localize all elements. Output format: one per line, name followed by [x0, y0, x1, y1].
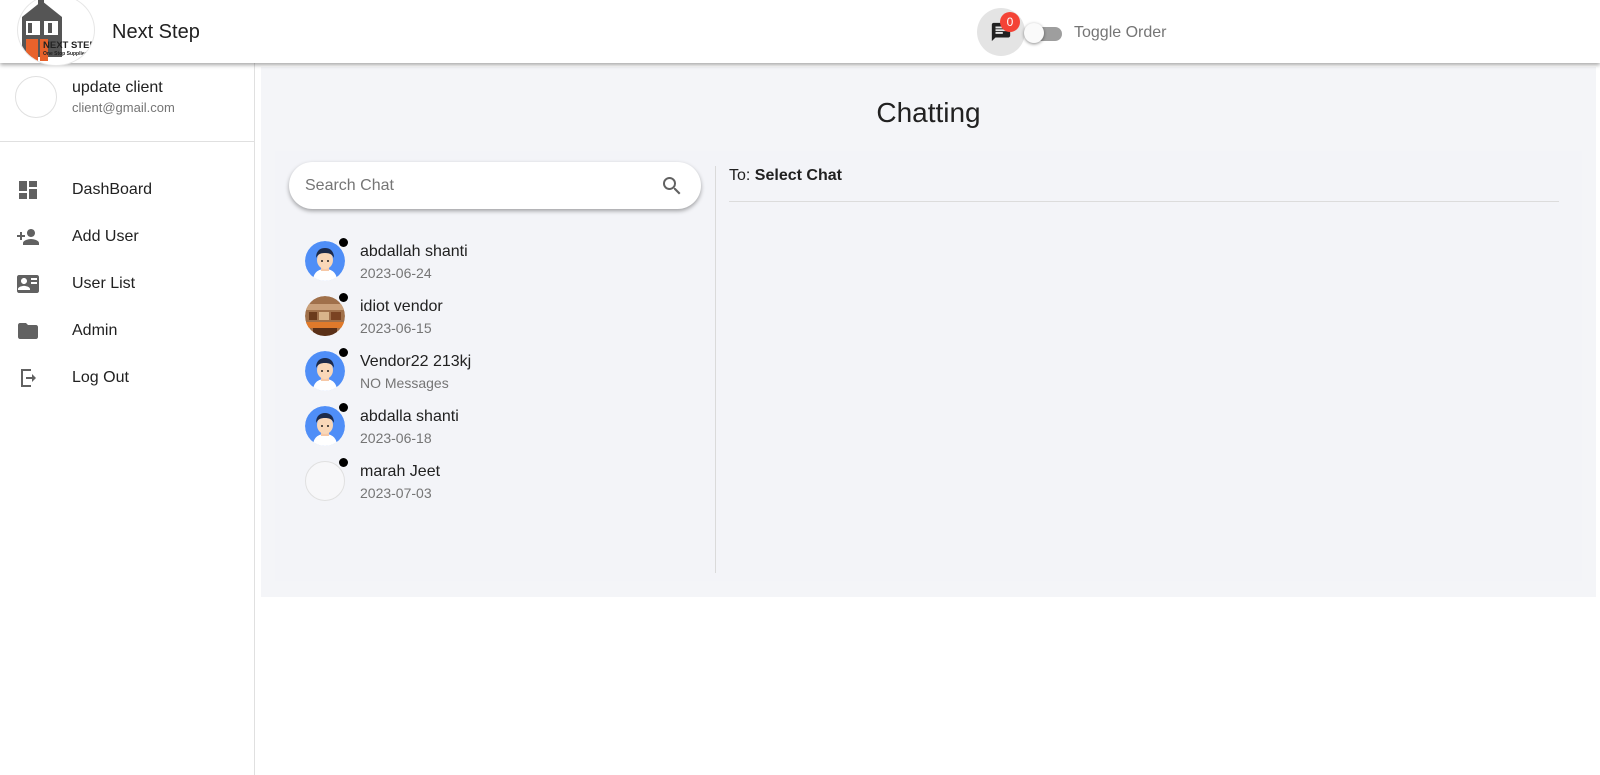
contact-name: idiot vendor: [360, 298, 443, 315]
recipient-prefix: To:: [729, 167, 751, 184]
contact-avatar: [305, 241, 345, 281]
sidebar: update client client@gmail.com DashBoard…: [0, 63, 255, 775]
switch-thumb[interactable]: [1024, 23, 1044, 43]
house-logo-icon: NEXT STEP One Stop Supplier: [22, 0, 95, 61]
search-input[interactable]: [305, 175, 645, 197]
sidebar-item-label: Add User: [72, 228, 139, 245]
profile-avatar[interactable]: [15, 76, 57, 118]
contact-card-icon: [17, 275, 39, 293]
contact-date: NO Messages: [360, 375, 449, 391]
main-content: Chatting abdallah shanti 202: [261, 67, 1596, 597]
contact-date: 2023-06-15: [360, 320, 432, 336]
logo[interactable]: NEXT STEP One Stop Supplier: [17, 0, 95, 66]
cartoon-man-avatar-icon: [305, 406, 345, 446]
logout-icon: [21, 369, 36, 387]
contact-avatar: [305, 406, 345, 446]
svg-text:One Stop Supplier: One Stop Supplier: [43, 51, 87, 57]
chat-recipient: To: Select Chat: [729, 167, 842, 185]
sidebar-item-add-user[interactable]: Add User: [0, 214, 254, 260]
online-status-dot: [339, 293, 348, 302]
online-status-dot: [339, 348, 348, 357]
sidebar-item-label: User List: [72, 275, 136, 292]
cartoon-man-avatar-icon: [305, 241, 345, 281]
dashboard-icon: [19, 181, 37, 199]
profile-name: update client: [72, 79, 163, 96]
contact-name: Vendor22 213kj: [360, 353, 472, 370]
sidebar-divider: [0, 141, 255, 142]
notification-badge: 0: [1000, 12, 1020, 32]
contact-avatar: [305, 351, 345, 391]
contact-avatar: [305, 296, 345, 336]
chat-list-item[interactable]: marah Jeet 2023-07-03: [289, 456, 699, 508]
sidebar-item-user-list[interactable]: User List: [0, 261, 254, 307]
contact-avatar: [305, 461, 345, 501]
cartoon-man-avatar-icon: [305, 351, 345, 391]
sidebar-item-label: Admin: [72, 322, 118, 339]
shop-photo-avatar-icon: [305, 296, 345, 336]
online-status-dot: [339, 458, 348, 467]
contact-name: abdallah shanti: [360, 243, 468, 260]
svg-text:NEXT STEP: NEXT STEP: [43, 40, 95, 51]
contact-date: 2023-06-24: [360, 265, 432, 281]
online-status-dot: [339, 238, 348, 247]
chat-list-item[interactable]: Vendor22 213kj NO Messages: [289, 346, 699, 398]
recipient-value: Select Chat: [754, 167, 842, 184]
sidebar-item-label: DashBoard: [72, 181, 153, 198]
search-box: [289, 162, 701, 209]
profile-email: client@gmail.com: [72, 100, 175, 115]
toggle-order-label: Toggle Order: [1074, 24, 1167, 41]
app-title: Next Step: [112, 21, 200, 43]
chat-panel: abdallah shanti 2023-06-24 idiot vendor …: [275, 151, 1582, 581]
contact-name: abdalla shanti: [360, 408, 459, 425]
contact-name: marah Jeet: [360, 463, 441, 480]
sidebar-item-admin[interactable]: Admin: [0, 308, 254, 354]
chat-list-item[interactable]: abdallah shanti 2023-06-24: [289, 236, 699, 288]
sidebar-item-log-out[interactable]: Log Out: [0, 355, 254, 401]
page-title: Chatting: [876, 97, 981, 128]
chat-list-item[interactable]: idiot vendor 2023-06-15: [289, 291, 699, 343]
toggle-order-switch[interactable]: [1024, 22, 1064, 44]
sidebar-item-label: Log Out: [72, 369, 129, 386]
sidebar-item-dashboard[interactable]: DashBoard: [0, 167, 254, 213]
search-icon[interactable]: [660, 174, 684, 198]
contact-date: 2023-06-18: [360, 430, 432, 446]
online-status-dot: [339, 403, 348, 412]
contact-date: 2023-07-03: [360, 485, 432, 501]
chat-list-item[interactable]: abdalla shanti 2023-06-18: [289, 401, 699, 453]
app-bar: NEXT STEP One Stop Supplier Next Step 0 …: [0, 0, 1600, 66]
chat-panel-divider: [715, 166, 716, 573]
person-add-icon: [17, 229, 39, 245]
recipient-divider: [729, 201, 1559, 202]
folder-icon: [18, 323, 38, 339]
